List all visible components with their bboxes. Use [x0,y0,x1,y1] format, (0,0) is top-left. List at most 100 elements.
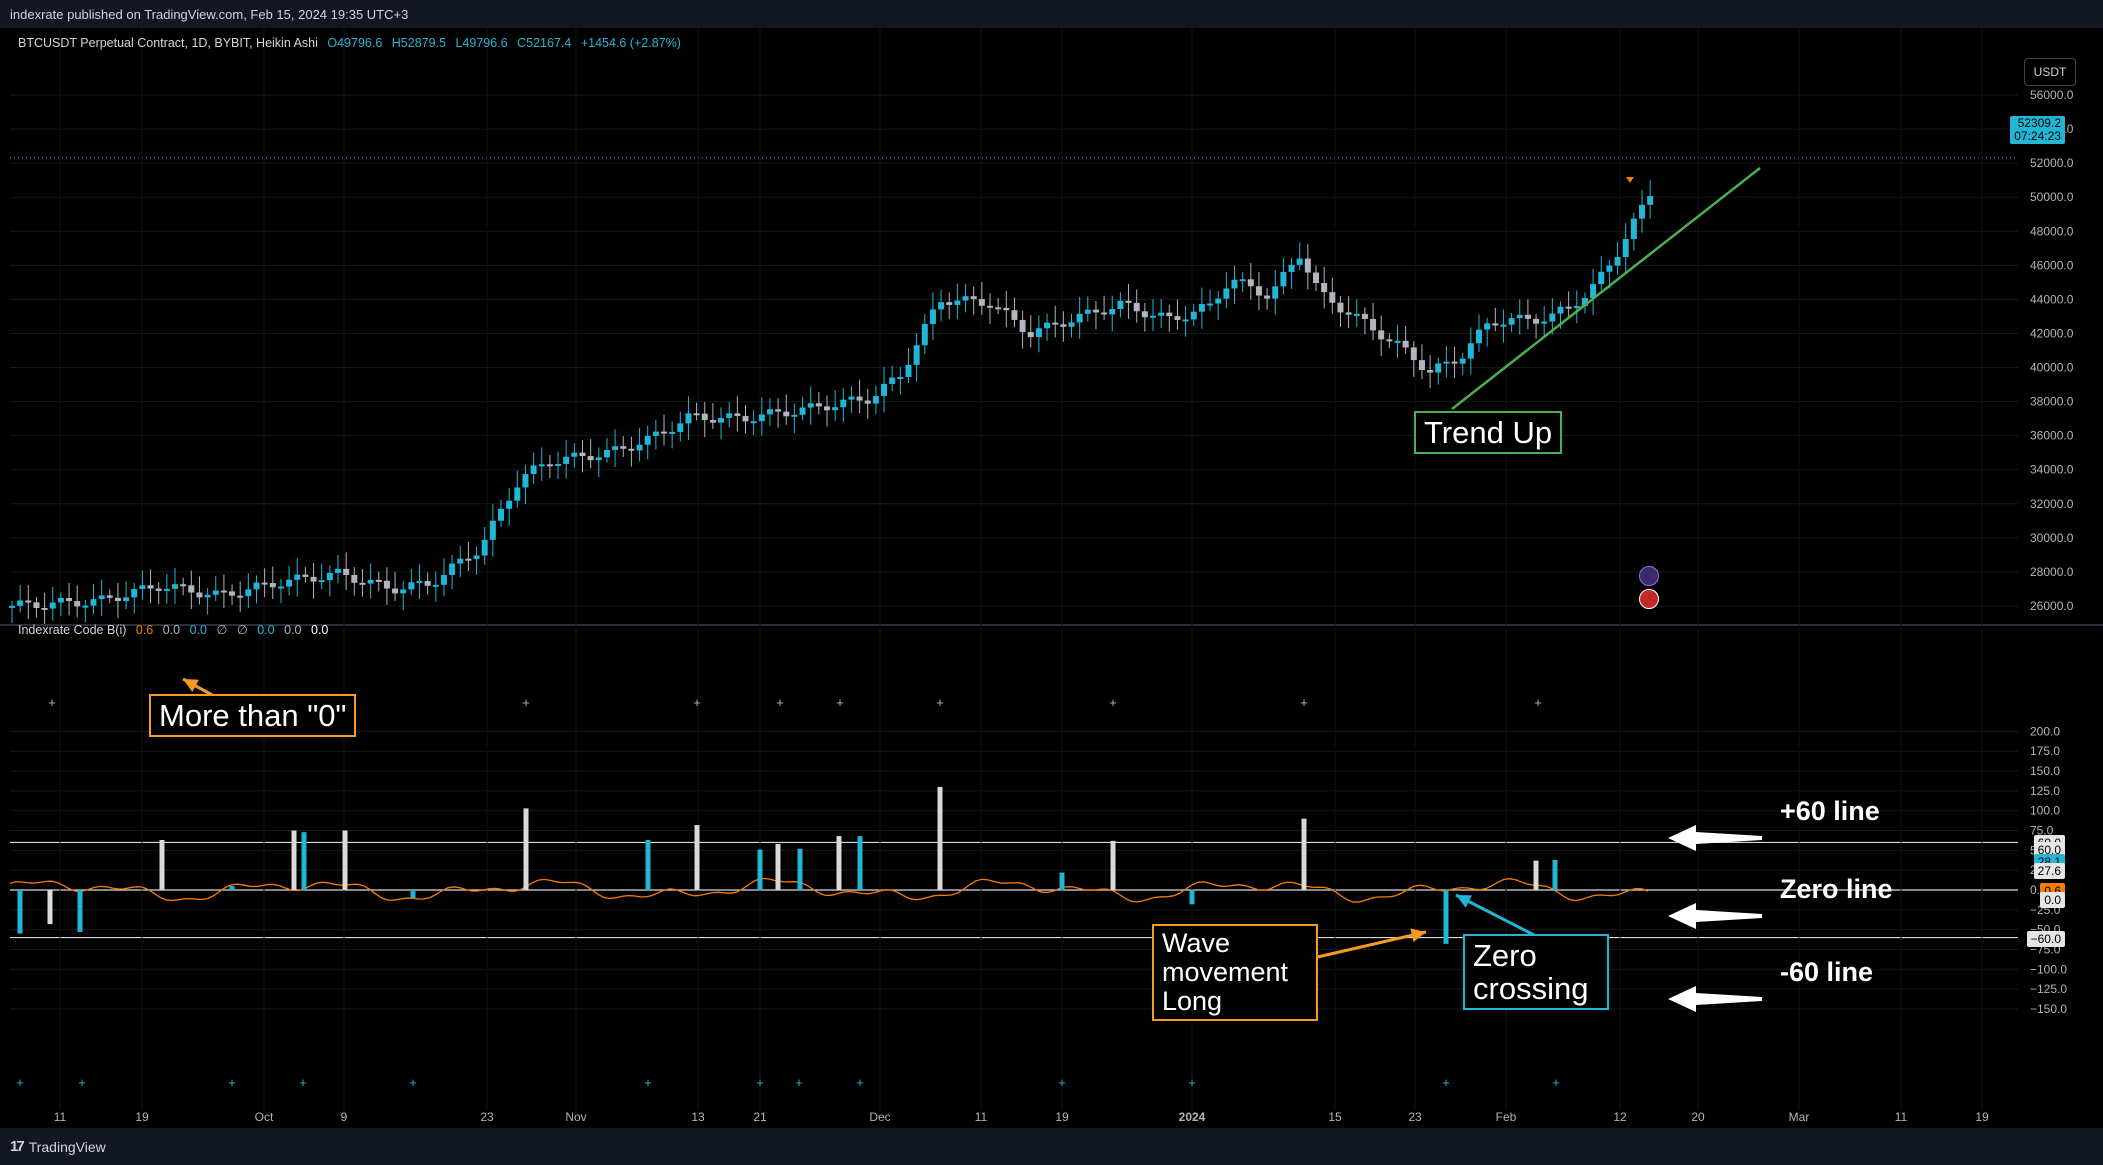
candle-body [848,396,855,400]
trend-up-annotation: Trend Up [1414,411,1563,455]
candle-body [1370,318,1377,331]
candle-body [701,413,708,421]
price-tick-label: 42000.0 [2030,326,2074,340]
us-flag-event-icon[interactable] [1639,589,1659,609]
candle-body [155,588,162,591]
candle-body [424,580,431,586]
candle-body [897,377,904,380]
candle-body [832,407,839,411]
candle-body [1516,314,1523,319]
footer-brand: TradingView [28,1138,106,1155]
time-tick-label: 23 [480,1110,494,1124]
candle-body [815,403,822,407]
indicator-tick-label: 200.0 [2030,724,2060,738]
indicator-legend[interactable]: Indexrate Code B(i) 0.6 0.0 0.0 ∅ ∅ 0.0 … [18,622,334,637]
candle-body [1418,360,1425,371]
indicator-name[interactable]: Indexrate Code B(i) [18,623,126,637]
lightning-event-icon[interactable] [1639,566,1659,586]
candle-body [1353,313,1360,316]
plus-marker: + [16,1075,24,1090]
candle-body [522,474,529,488]
candle-body [791,414,798,417]
candle-body [17,600,24,606]
price-tick-label: 48000.0 [2030,224,2074,238]
candle-body [1484,323,1491,330]
plus-marker: + [836,695,844,710]
candle-body [1378,330,1385,340]
level-pointer-arrow [1668,986,1762,1012]
symbol-name[interactable]: BTCUSDT Perpetual Contract, 1D, BYBIT, H… [18,36,318,50]
candle-body [449,563,456,575]
candle-body [98,595,105,600]
candle-body [1459,358,1466,364]
candle-body [1141,311,1148,318]
candle-body [628,448,635,451]
candle-body [1247,279,1254,287]
candle-body [237,595,244,598]
candle-body [212,590,219,595]
candle-body [400,589,407,594]
candle-body [481,539,488,556]
candle-body [864,400,871,404]
time-tick-label: 19 [1975,1110,1989,1124]
candle-body [269,583,276,588]
candle-body [1557,306,1564,314]
plus-marker: + [1300,695,1308,710]
tradingview-mark-icon: 17 [10,1138,25,1155]
candle-body [383,580,390,589]
candle-body [579,452,586,457]
candle-body [995,307,1002,310]
zero-crossing-annotation: Zero crossing [1463,934,1609,1011]
symbol-legend[interactable]: BTCUSDT Perpetual Contract, 1D, BYBIT, H… [18,36,687,50]
publisher-text: indexrate published on TradingView.com, … [10,7,409,22]
currency-button[interactable]: USDT [2024,58,2076,86]
tradingview-logo[interactable]: 17 TradingView [10,1138,106,1155]
chart-area[interactable]: 26000.0 28000.0 30000.0 32000.0 34000.0 36000… [0,28,2103,1128]
candle-body [1622,239,1629,258]
candle-body [1451,361,1458,364]
candle-body [766,409,773,415]
candle-body [163,588,170,591]
time-tick-label: 9 [341,1110,348,1124]
time-tick-label: 21 [753,1110,767,1124]
time-tick-label: 19 [1055,1110,1069,1124]
plus-marker: + [1442,1075,1450,1090]
plus-marker: + [409,1075,417,1090]
candle-body [978,299,985,306]
plus-marker: + [48,695,56,710]
candle-body [41,608,48,611]
time-tick-label: 13 [691,1110,705,1124]
time-axis: 11 19 Oct 9 23 Nov 13 21 Dec 11 19 2024 15 23 Feb 12 20 M… [54,1110,1989,1124]
candle-body [245,589,252,597]
time-tick-label: Dec [869,1110,890,1124]
candle-body [1361,313,1368,319]
time-tick-label: Nov [565,1110,586,1124]
level-pointer-arrow [1668,903,1762,929]
candle-body [1068,322,1075,327]
candle-body [131,589,138,598]
candle-body [1150,315,1156,318]
candle-body [1044,322,1051,329]
indicator-axis-tag: 27.6 [2033,863,2065,880]
candle-body [1190,311,1197,320]
candle-body [954,300,961,305]
candle-body [498,508,504,521]
candle-body [408,582,415,590]
candle-body [1060,324,1067,327]
price-tick-label: 32000.0 [2030,497,2074,511]
indicator-tick-label: 175.0 [2030,744,2060,758]
plus-marker: + [1109,695,1117,710]
candle-body [1092,309,1099,313]
candle-body [1296,258,1303,265]
candle-body [1508,318,1515,325]
candle-body [392,588,399,594]
indicator-value-7: 0.0 [284,623,302,637]
price-tick-label: 46000.0 [2030,258,2074,272]
price-tick-label: 28000.0 [2030,565,2074,579]
candle-body [563,456,570,464]
indicator-value-8: 0.0 [311,623,329,637]
candle-body [229,591,236,596]
candle-body [1573,306,1580,309]
indicator-tick-label: −100.0 [2030,962,2067,976]
time-tick-label: 15 [1328,1110,1342,1124]
